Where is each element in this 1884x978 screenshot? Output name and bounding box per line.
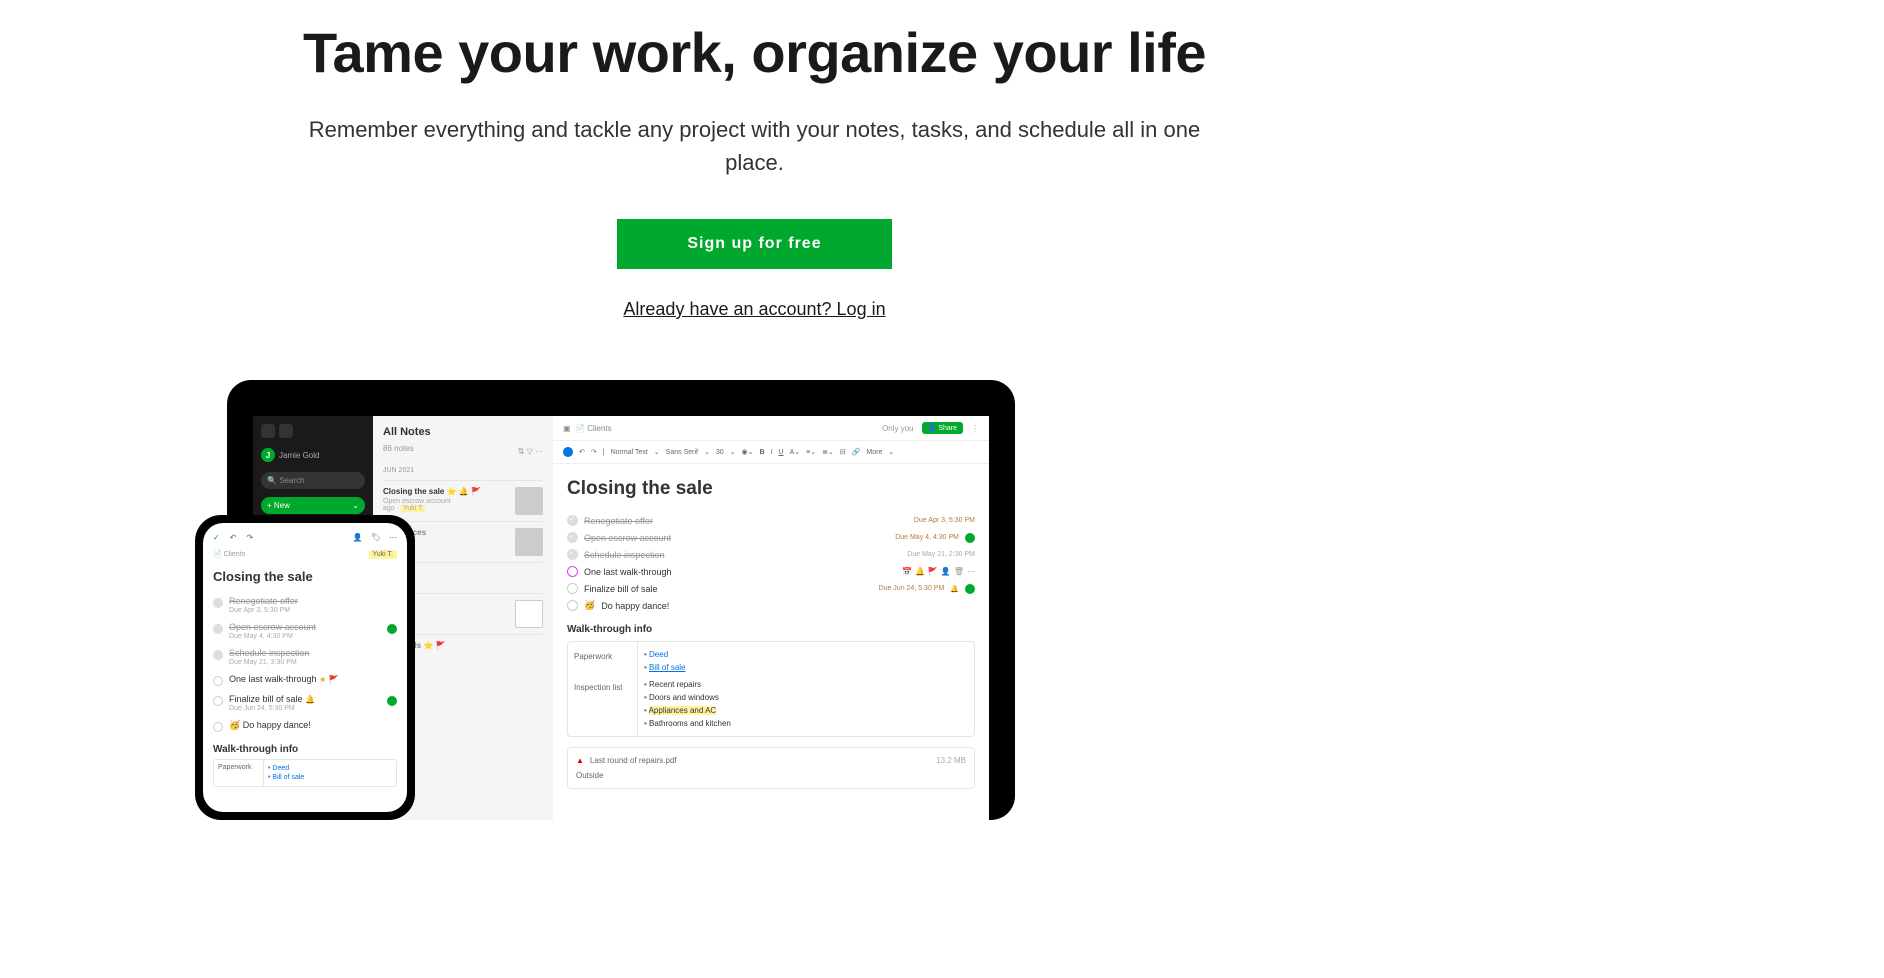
- new-button: + New⌄: [261, 497, 365, 514]
- numlist-icon: ≣⌄: [822, 448, 834, 456]
- redo-icon: ↷: [591, 448, 597, 456]
- hero-title: Tame your work, organize your life: [40, 20, 1469, 85]
- highlight-icon: A⌄: [790, 448, 801, 456]
- info-table: Paperwork Inspection list Deed Bill of s…: [567, 641, 975, 737]
- bell-icon: 🔔: [950, 585, 959, 593]
- qr-icon: [515, 600, 543, 628]
- flag-icon: 🚩: [928, 567, 938, 576]
- login-link[interactable]: Already have an account? Log in: [40, 299, 1469, 320]
- month-label: JUN 2021: [383, 467, 543, 474]
- search-input: 🔍 Search: [261, 472, 365, 489]
- note-item: Closing the sale ⭐ 🔔 🚩Open escrow accoun…: [383, 480, 543, 521]
- underline-icon: U: [779, 449, 784, 456]
- indent-icon: ⊟: [840, 448, 846, 456]
- undo-icon: ↶: [230, 533, 237, 542]
- note-count: 86 notes: [383, 444, 414, 453]
- redo-icon: ↷: [246, 533, 253, 542]
- nav-back-icon: [261, 424, 275, 438]
- share-button: 👤 Share: [922, 422, 963, 434]
- undo-icon: ↶: [579, 448, 585, 456]
- insert-icon: [563, 447, 573, 457]
- color-icon: ◉⌄: [742, 448, 754, 456]
- check-icon: ✓: [213, 533, 220, 542]
- thumb-icon: [515, 528, 543, 556]
- pdf-icon: ▲: [576, 756, 584, 765]
- trash-icon: 🗑: [954, 567, 964, 576]
- italic-icon: I: [771, 449, 773, 456]
- person-icon: 👤: [353, 533, 363, 542]
- more-icon: ⋮: [971, 424, 979, 433]
- attachment-card: ▲ Last round of repairs.pdf 13.2 MB Outs…: [567, 747, 975, 789]
- section-header: Walk-through info: [567, 624, 975, 635]
- more-icon: ⋯: [967, 567, 975, 576]
- phone-title: Closing the sale: [213, 569, 397, 584]
- editor-toolbar: ↶↷| Normal Text⌄ Sans Serif⌄ 30⌄ ◉⌄ B I …: [553, 441, 989, 464]
- cal-icon: 📅: [902, 567, 912, 576]
- user-avatar: J: [261, 448, 275, 462]
- phone-table: Paperwork DeedBill of sale: [213, 759, 397, 787]
- tag-icon: 🏷: [371, 533, 381, 542]
- tag-badge: Yuki T.: [369, 550, 398, 559]
- thumb-icon: [515, 487, 543, 515]
- bell-icon: 🔔: [915, 567, 925, 576]
- product-mockups: J Jamie Gold 🔍 Search + New⌄ All Notes 8…: [195, 380, 1055, 820]
- bold-icon: B: [760, 449, 765, 456]
- note-title: Closing the sale: [567, 478, 975, 500]
- list-icon: ≡⌄: [806, 448, 816, 456]
- tablet-editor: ▣ 📄 Clients Only you 👤 Share ⋮ ↶↷| Norma…: [553, 416, 989, 820]
- phone-frame: ✓ ↶ ↷ 👤 🏷 ⋯ 📄 Clients Yuki T. Closing th…: [195, 515, 415, 820]
- nav-fwd-icon: [279, 424, 293, 438]
- more-icon: ⋯: [389, 533, 397, 542]
- phone-section: Walk-through info: [213, 744, 397, 755]
- user-name: Jamie Gold: [279, 451, 319, 460]
- link-icon: 🔗: [852, 448, 861, 456]
- signup-button[interactable]: Sign up for free: [617, 219, 891, 269]
- notelist-header: All Notes: [383, 426, 543, 438]
- hero-subtitle: Remember everything and tackle any proje…: [290, 113, 1220, 179]
- user-icon: 👤: [941, 567, 951, 576]
- visibility-label: Only you: [882, 424, 914, 433]
